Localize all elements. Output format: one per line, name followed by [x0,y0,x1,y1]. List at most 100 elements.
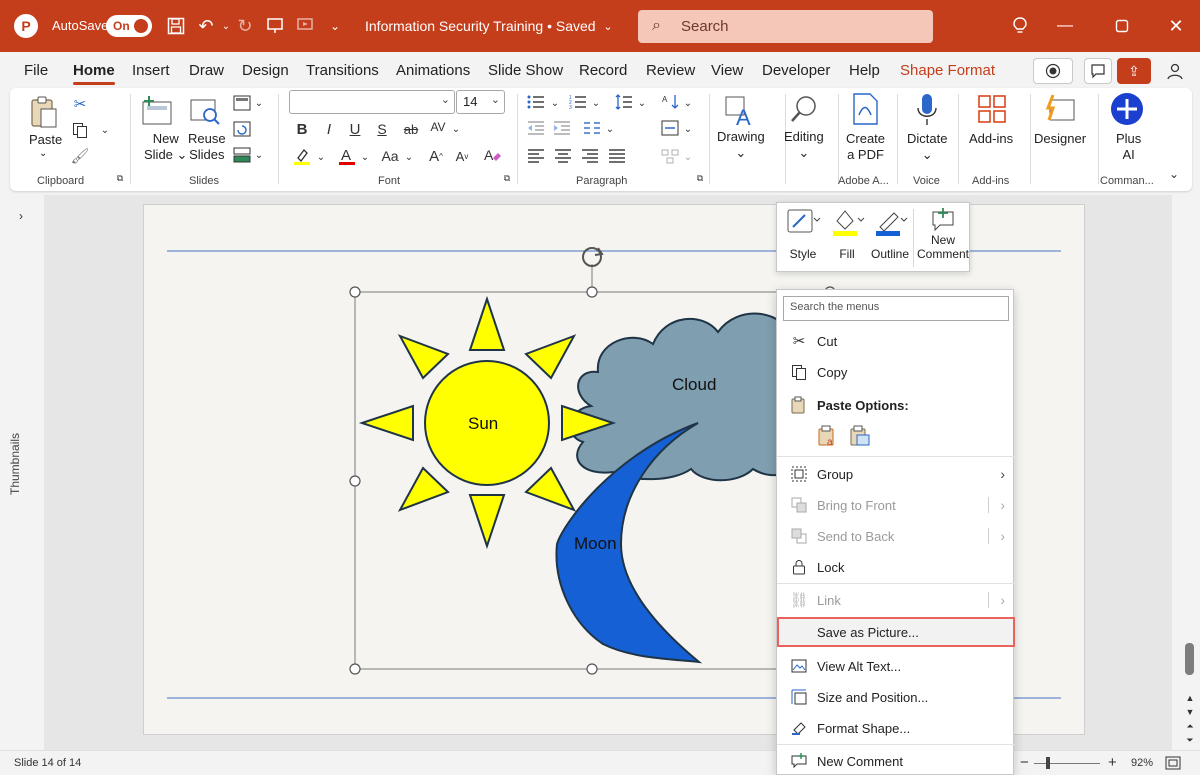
designer-label[interactable]: Designer [1034,131,1086,147]
bold-button[interactable]: B [294,120,310,138]
redo-icon[interactable]: ↻ [233,14,257,38]
change-case-button[interactable]: Aa [379,146,401,166]
format-painter-icon[interactable]: 🖌 [70,146,90,166]
chevron-down-icon[interactable]: ⌄ [604,120,616,138]
designer-icon[interactable] [1042,92,1076,126]
menu-item-cut[interactable]: ✂ Cut [777,326,1015,356]
zoom-out-button[interactable]: − [1020,754,1029,771]
scroll-up-icon[interactable]: ▲ [1184,692,1196,704]
line-spacing-icon[interactable] [614,92,634,112]
create-pdf-label[interactable]: Create a PDF [846,131,885,163]
minimize-icon[interactable]: — [1050,12,1080,40]
save-icon[interactable] [164,14,188,38]
align-right-icon[interactable] [580,146,600,166]
maximize-icon[interactable] [1107,12,1137,40]
text-direction-icon[interactable]: A [660,92,680,112]
align-left-icon[interactable] [526,146,546,166]
menu-item-send-to-back[interactable]: Send to Back › [777,521,1015,551]
columns-icon[interactable] [582,118,602,138]
character-spacing-button[interactable]: AV [428,118,448,136]
chevron-down-icon[interactable]: ⌄ [450,120,462,138]
numbering-icon[interactable]: 123 [568,92,588,112]
increase-indent-icon[interactable] [552,118,572,138]
tab-draw[interactable]: Draw [189,62,224,79]
tab-developer[interactable]: Developer [762,62,830,79]
justify-icon[interactable] [607,146,627,166]
chevron-down-icon[interactable]: ⌄ [636,94,648,112]
present-icon[interactable] [263,14,287,38]
smartart-icon[interactable] [660,146,680,166]
create-pdf-icon[interactable] [848,92,882,126]
plus-ai-label[interactable]: Plus AI [1116,131,1141,163]
reuse-slides-icon[interactable] [188,94,222,128]
tab-transitions[interactable]: Transitions [306,62,379,79]
zoom-in-button[interactable]: + [1108,754,1117,771]
align-center-icon[interactable] [553,146,573,166]
comments-button[interactable] [1084,58,1112,84]
add-ins-icon[interactable] [975,92,1009,126]
clear-formatting-icon[interactable]: A [482,146,502,166]
drawing-label[interactable]: Drawing ⌄ [717,129,765,161]
layout-icon[interactable] [232,94,252,112]
chevron-down-icon[interactable]: ⌄ [403,148,415,166]
tab-view[interactable]: View [711,62,743,79]
grow-font-button[interactable]: A ^ [426,146,446,166]
menu-item-copy[interactable]: Copy [777,357,1015,387]
font-launcher-icon[interactable]: ⧉ [501,172,513,184]
customize-icon[interactable]: ⌄ [323,14,347,38]
clipboard-launcher-icon[interactable]: ⧉ [114,172,126,184]
scrollbar-thumb[interactable] [1185,643,1194,675]
reuse-slides-label[interactable]: Reuse Slides [188,131,226,163]
previous-slide-icon[interactable]: ⏶ [1184,720,1196,732]
ribbon-collapse-icon[interactable]: ⌄ [1166,166,1182,182]
paste-keep-formatting-icon[interactable]: a [817,425,839,447]
zoom-slider-thumb[interactable] [1046,757,1050,769]
chevron-down-icon[interactable]: ⌄ [682,148,694,166]
menu-item-save-as-picture[interactable]: Save as Picture... [777,617,1015,647]
paste-as-picture-icon[interactable] [849,425,871,447]
document-title[interactable]: Information Security Training • Saved ⌄ [365,18,613,34]
menu-item-format-shape[interactable]: Format Shape... [777,713,1015,743]
tab-file[interactable]: File [24,62,48,79]
italic-button[interactable]: I [321,120,337,138]
outline-button[interactable]: Outline [871,207,909,261]
new-comment-button[interactable]: New Comment [917,207,969,261]
share-button[interactable]: ⇪ [1117,58,1151,84]
chevron-down-icon[interactable]: ⌄ [315,148,327,166]
decrease-indent-icon[interactable] [526,118,546,138]
zoom-level[interactable]: 92% [1131,757,1153,769]
paste-icon[interactable] [28,94,60,132]
copy-dropdown-icon[interactable]: ⌄ [98,120,112,140]
paragraph-launcher-icon[interactable]: ⧉ [694,172,706,184]
tab-design[interactable]: Design [242,62,289,79]
strikethrough-button[interactable]: ab [399,120,423,138]
underline-button[interactable]: U [347,120,363,138]
fill-button[interactable]: Fill [829,207,865,261]
bullets-icon[interactable] [526,92,546,112]
zoom-slider[interactable] [1034,763,1100,764]
scroll-down-icon[interactable]: ▼ [1184,706,1196,718]
highlighter-icon[interactable] [292,146,312,166]
menu-item-size-and-position[interactable]: Size and Position... [777,682,1015,712]
thumbnails-label[interactable]: Thumbnails [8,433,22,495]
section-icon[interactable] [232,146,252,164]
close-icon[interactable]: ✕ [1161,12,1191,40]
shrink-font-button[interactable]: Av [452,146,472,166]
editing-label[interactable]: Editing ⌄ [784,129,824,161]
menu-item-link[interactable]: ⛓ Link › [777,585,1015,615]
microphone-icon[interactable] [910,92,944,128]
new-slide-label[interactable]: New Slide ⌄ [144,131,187,163]
reset-icon[interactable] [232,120,252,138]
expand-thumbnails-icon[interactable]: › [14,209,28,223]
tab-animations[interactable]: Animations [396,62,470,79]
menu-item-new-comment[interactable]: New Comment [777,746,1015,775]
dictate-label[interactable]: Dictate ⌄ [907,131,947,163]
section-dropdown-icon[interactable]: ⌄ [253,146,265,164]
lightbulb-icon[interactable] [1008,14,1032,38]
align-text-icon[interactable] [660,118,680,138]
chevron-down-icon[interactable]: ⌄ [590,94,602,112]
new-slide-icon[interactable] [140,94,174,128]
tab-shape-format[interactable]: Shape Format [900,62,995,79]
tab-review[interactable]: Review [646,62,695,79]
menu-item-bring-to-front[interactable]: Bring to Front › [777,490,1015,520]
